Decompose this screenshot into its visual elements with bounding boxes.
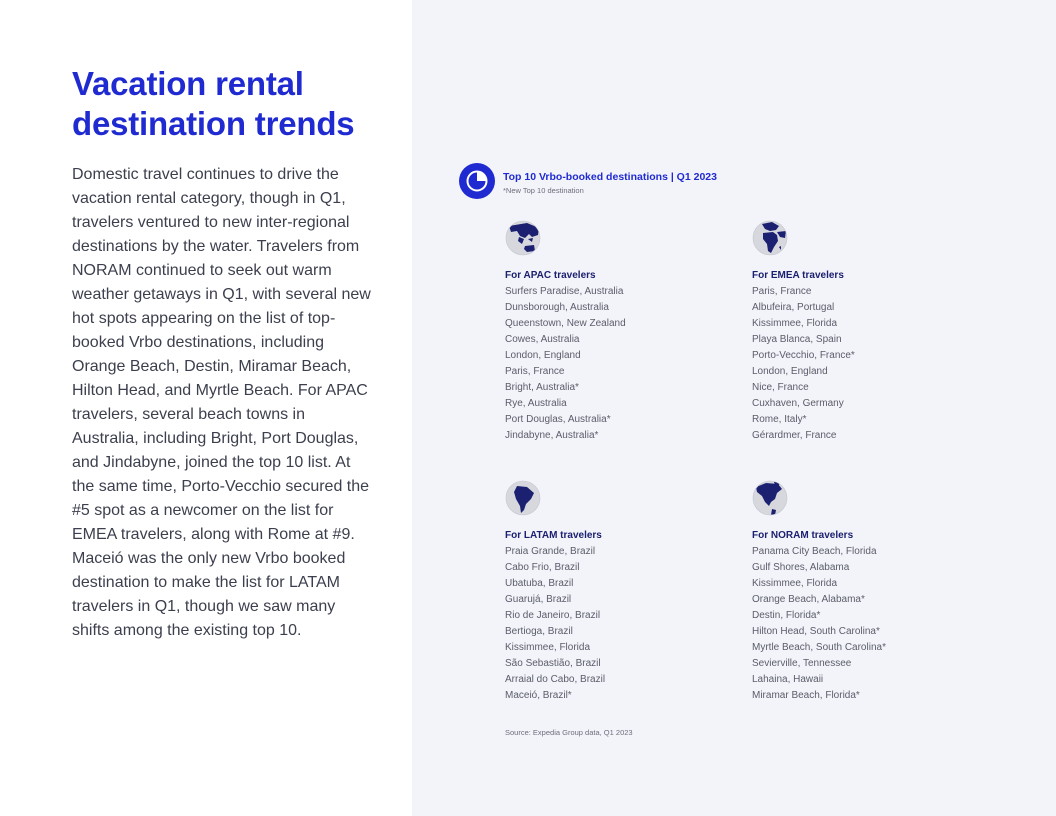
page-title: Vacation rental destination trends (72, 65, 355, 142)
left-panel: Vacation rental destination trends Domes… (0, 0, 412, 816)
list-item: Kissimmee, Florida (752, 318, 838, 329)
list-item: Rye, Australia (505, 398, 567, 409)
globe-north-america-icon (752, 480, 788, 516)
globe-europe-africa-icon (752, 220, 788, 256)
list-item: Queenstown, New Zealand (505, 318, 626, 329)
region-emea: For EMEA travelers Paris, France Albufei… (752, 220, 972, 444)
list-item: Guarujá, Brazil (505, 594, 572, 605)
list-item: Paris, France (752, 286, 812, 297)
list-item: Orange Beach, Alabama* (752, 594, 865, 605)
list-item: Kissimmee, Florida (752, 578, 838, 589)
destination-list: Praia Grande, Brazil Cabo Frio, Brazil U… (505, 544, 725, 704)
list-item: Porto-Vecchio, France* (752, 350, 855, 361)
list-item: Rio de Janeiro, Brazil (505, 610, 601, 621)
list-item: Ubatuba, Brazil (505, 578, 574, 589)
list-item: Myrtle Beach, South Carolina* (752, 642, 886, 653)
list-item: Hilton Head, South Carolina* (752, 626, 880, 637)
list-item: London, England (505, 350, 581, 361)
body-paragraph: Domestic travel continues to drive the v… (72, 166, 371, 639)
list-item: Cowes, Australia (505, 334, 580, 345)
region-latam: For LATAM travelers Praia Grande, Brazil… (505, 480, 725, 704)
destination-list: Paris, France Albufeira, Portugal Kissim… (752, 284, 972, 444)
list-item: Miramar Beach, Florida* (752, 690, 860, 701)
list-item: Destin, Florida* (752, 610, 821, 621)
list-item: Paris, France (505, 366, 565, 377)
list-item: Bright, Australia* (505, 382, 579, 393)
list-item: Jindabyne, Australia* (505, 430, 599, 441)
list-item: Arraial do Cabo, Brazil (505, 674, 606, 685)
list-item: Cabo Frio, Brazil (505, 562, 580, 573)
list-item: Lahaina, Hawaii (752, 674, 824, 685)
list-item: Surfers Paradise, Australia (505, 286, 624, 297)
list-item: Praia Grande, Brazil (505, 546, 596, 557)
panel-note: *New Top 10 destination (503, 186, 584, 195)
list-item: Maceió, Brazil* (505, 690, 572, 701)
region-noram: For NORAM travelers Panama City Beach, F… (752, 480, 972, 704)
list-item: Gulf Shores, Alabama (752, 562, 850, 573)
list-item: Port Douglas, Australia* (505, 414, 611, 425)
list-item: Playa Blanca, Spain (752, 334, 842, 345)
destination-list: Panama City Beach, Florida Gulf Shores, … (752, 544, 972, 704)
region-title: For EMEA travelers (752, 270, 844, 281)
list-item: Albufeira, Portugal (752, 302, 835, 313)
list-item: Nice, France (752, 382, 809, 393)
pie-chart-icon (459, 163, 495, 199)
region-title: For APAC travelers (505, 270, 596, 281)
source-note: Source: Expedia Group data, Q1 2023 (505, 728, 633, 737)
list-item: Rome, Italy* (752, 414, 807, 425)
list-item: Dunsborough, Australia (505, 302, 609, 313)
panel-title: Top 10 Vrbo-booked destinations | Q1 202… (503, 171, 717, 183)
globe-south-america-icon (505, 480, 541, 516)
list-item: Cuxhaven, Germany (752, 398, 844, 409)
list-item: São Sebastião, Brazil (505, 658, 601, 669)
region-apac: For APAC travelers Surfers Paradise, Aus… (505, 220, 725, 444)
list-item: Kissimmee, Florida (505, 642, 591, 653)
destination-list: Surfers Paradise, Australia Dunsborough,… (505, 284, 725, 444)
list-item: London, England (752, 366, 828, 377)
globe-asia-icon (505, 220, 541, 256)
region-title: For LATAM travelers (505, 530, 602, 541)
list-item: Panama City Beach, Florida (752, 546, 877, 557)
region-title: For NORAM travelers (752, 530, 854, 541)
list-item: Gérardmer, France (752, 430, 837, 441)
list-item: Sevierville, Tennessee (752, 658, 852, 669)
list-item: Bertioga, Brazil (505, 626, 573, 637)
